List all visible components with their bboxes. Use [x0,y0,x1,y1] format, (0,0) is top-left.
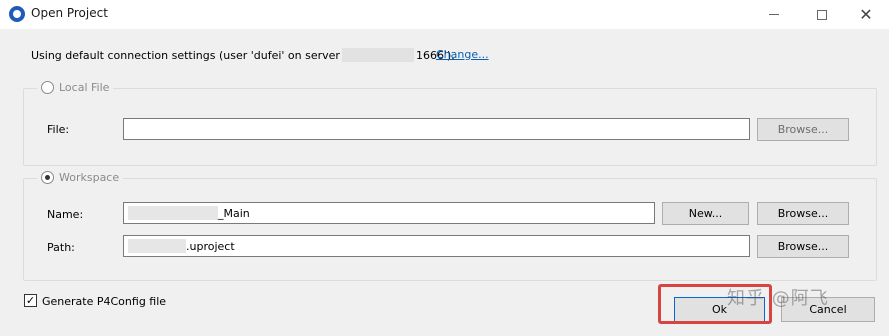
generate-p4config-label: Generate P4Config file [42,295,167,308]
name-label: Name: [47,208,84,221]
redacted-name [128,206,218,220]
file-input[interactable] [123,118,750,140]
workspace-name-input[interactable]: _Main [123,202,655,224]
workspace-path-input[interactable]: .uproject [123,235,750,257]
workspace-radio-label: Workspace [59,171,120,184]
redacted-server [341,48,414,62]
new-workspace-button[interactable]: New... [662,202,749,225]
workspace-radio[interactable]: Workspace [37,171,124,184]
workspace-group [23,178,877,281]
close-button[interactable]: ✕ [843,0,889,29]
workspace-name-value: _Main [218,207,250,220]
minimize-button[interactable] [751,0,797,29]
connection-info: Using default connection settings (user … [31,48,455,62]
maximize-button[interactable] [799,0,845,29]
workspace-path-value: .uproject [186,240,235,253]
generate-p4config-checkbox[interactable]: ✓ [24,294,37,307]
connection-text: Using default connection settings (user … [31,49,340,62]
path-browse-button[interactable]: Browse... [757,235,849,258]
file-label: File: [47,123,70,136]
change-connection-link[interactable]: Change... [436,48,489,61]
zhihu-watermark: 知乎 @阿飞 [727,288,829,309]
redacted-path [128,239,186,253]
minimize-icon [769,14,779,15]
maximize-icon [817,9,827,20]
local-file-radio[interactable]: Local File [37,81,114,94]
unreal-logo-icon [9,6,25,22]
window-title: Open Project [31,6,108,20]
title-bar: Open Project ✕ [0,0,889,29]
name-browse-button[interactable]: Browse... [757,202,849,225]
radio-checked-icon [41,171,54,184]
path-label: Path: [47,241,75,254]
radio-unchecked-icon [41,81,54,94]
close-icon: ✕ [859,4,873,24]
file-browse-button[interactable]: Browse... [757,118,849,141]
local-file-radio-label: Local File [59,81,110,94]
